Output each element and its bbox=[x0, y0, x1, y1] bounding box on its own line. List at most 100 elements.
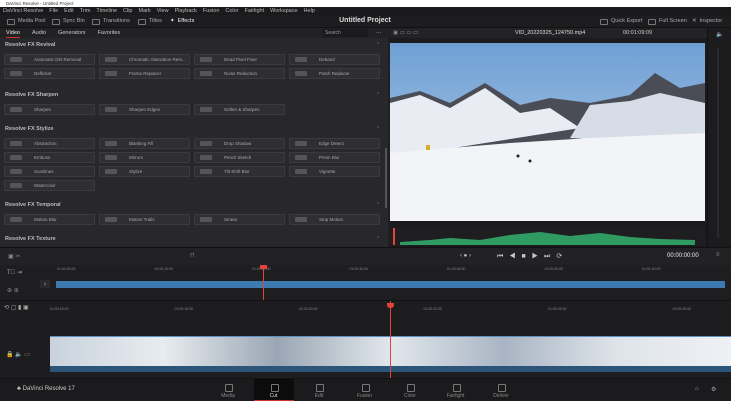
menu-edit[interactable]: Edit bbox=[64, 7, 73, 15]
section-title[interactable]: Resolve FX Temporal bbox=[5, 202, 61, 208]
menu-fairlight[interactable]: Fairlight bbox=[245, 7, 265, 15]
collapse-chevron-icon[interactable]: ⌃ bbox=[376, 236, 380, 242]
tab-generators[interactable]: Generators bbox=[58, 28, 86, 38]
page-edit[interactable]: Edit bbox=[299, 379, 339, 401]
collapse-chevron-icon[interactable]: ⌃ bbox=[376, 42, 380, 48]
page-deliver[interactable]: Deliver bbox=[481, 379, 521, 401]
menu-help[interactable]: Help bbox=[304, 7, 315, 15]
viewer-layout-icons[interactable]: ▣ ▭ ▭ ▭ bbox=[393, 28, 418, 38]
timeline-tools-icon[interactable]: ▣ ✂ bbox=[8, 253, 20, 260]
collapse-chevron-icon[interactable]: ⌃ bbox=[376, 202, 380, 208]
effect-item[interactable]: Dead Pixel Fixer bbox=[194, 54, 285, 65]
page-fusion[interactable]: Fusion bbox=[345, 379, 385, 401]
playback-buttons[interactable]: ⏮◀■▶⏭⟳ bbox=[497, 252, 568, 261]
effect-item[interactable]: Prism Blur bbox=[289, 152, 380, 163]
effect-item[interactable]: Tilt-Shift Blur bbox=[194, 166, 285, 177]
upper-timeline[interactable]: T⃞ ⇥ ⊕ ⊕ 1 01:00:00:00 01:00:10:00 01:00:2… bbox=[0, 265, 731, 300]
section-title[interactable]: Resolve FX Sharpen bbox=[5, 92, 58, 98]
section-title[interactable]: Resolve FX Texture bbox=[5, 236, 56, 242]
playhead-handle[interactable] bbox=[260, 265, 267, 269]
menu-view[interactable]: View bbox=[157, 7, 169, 15]
effect-item[interactable]: Frame Replacer bbox=[99, 68, 190, 79]
page-color[interactable]: Color bbox=[390, 379, 430, 401]
playhead-lower[interactable] bbox=[390, 301, 391, 378]
effect-item[interactable]: Pencil Sketch bbox=[194, 152, 285, 163]
tab-video[interactable]: Video bbox=[6, 28, 20, 38]
inspector-button[interactable]: ✕ Inspector bbox=[692, 17, 722, 26]
scrollbar[interactable] bbox=[385, 148, 387, 208]
ruler-tick-label: 01:00:24:00 bbox=[548, 307, 567, 311]
effect-item[interactable]: Edge Detect bbox=[289, 138, 380, 149]
effect-item[interactable]: Watercolor bbox=[4, 180, 95, 191]
menu-timeline[interactable]: Timeline bbox=[96, 7, 117, 15]
export-icon bbox=[600, 18, 608, 25]
settings-icon[interactable]: ⚙ bbox=[711, 386, 716, 393]
effect-item[interactable]: Deflicker bbox=[4, 68, 95, 79]
effect-item[interactable]: Stop Motion bbox=[289, 214, 380, 225]
more-options-icon[interactable]: ··· bbox=[376, 28, 382, 38]
full-screen-button[interactable]: Full Screen bbox=[648, 17, 687, 26]
lower-timeline[interactable]: ⟲ ▢ ▮ ▣ 01:00:16:00 01:00:18:00 01:00:20:0… bbox=[0, 300, 731, 378]
effect-item[interactable]: Blanking Fill bbox=[99, 138, 190, 149]
track-controls-icons[interactable]: 🔒 🔈 ▭ bbox=[6, 351, 30, 358]
effect-item[interactable]: Motion Trails bbox=[99, 214, 190, 225]
effect-item[interactable]: Chromatic Aberration Rem... bbox=[99, 54, 190, 65]
search-input[interactable]: Search bbox=[323, 29, 368, 37]
jog-icon[interactable]: ‹ ● › bbox=[460, 253, 471, 259]
menu-mark[interactable]: Mark bbox=[139, 7, 151, 15]
menu-trim[interactable]: Trim bbox=[80, 7, 91, 15]
speaker-icon[interactable]: 🔈 bbox=[716, 31, 723, 38]
effect-item[interactable]: Emboss bbox=[4, 152, 95, 163]
effect-item[interactable]: Vignette bbox=[289, 166, 380, 177]
menu-fusion[interactable]: Fusion bbox=[203, 7, 220, 15]
menu-davinci[interactable]: DaVinci Resolve bbox=[3, 7, 43, 15]
section-title[interactable]: Resolve FX Revival bbox=[5, 42, 55, 48]
menu-playback[interactable]: Playback bbox=[175, 7, 197, 15]
media-pool-button[interactable]: Media Pool bbox=[7, 17, 46, 26]
effect-item[interactable]: Abstraction bbox=[4, 138, 95, 149]
titles-button[interactable]: Titles bbox=[138, 17, 162, 26]
effect-item[interactable]: Mirrors bbox=[99, 152, 190, 163]
menu-icon[interactable]: ≡ bbox=[716, 252, 720, 258]
section-title[interactable]: Resolve FX Stylize bbox=[5, 126, 54, 132]
page-fairlight[interactable]: Fairlight bbox=[436, 379, 476, 401]
page-cut[interactable]: Cut bbox=[253, 379, 294, 401]
effect-item[interactable]: Scanlines bbox=[4, 166, 95, 177]
tab-audio[interactable]: Audio bbox=[32, 28, 46, 38]
effect-item[interactable]: Sharpen Edges bbox=[99, 104, 190, 115]
track-tools-icon[interactable]: T⃞ ⇥ bbox=[7, 269, 22, 276]
audio-meter: 🔈 bbox=[707, 28, 731, 247]
sync-bin-button[interactable]: Sync Bin bbox=[52, 17, 85, 26]
collapse-chevron-icon[interactable]: ⌃ bbox=[376, 92, 380, 98]
menu-color[interactable]: Color bbox=[225, 7, 238, 15]
effect-item[interactable]: Drop Shadow bbox=[194, 138, 285, 149]
menu-clip[interactable]: Clip bbox=[123, 7, 132, 15]
effect-item[interactable]: Sharpen bbox=[4, 104, 95, 115]
lock-icon[interactable]: ⊓ bbox=[190, 252, 195, 259]
effect-item[interactable]: Stylize bbox=[99, 166, 190, 177]
effects-button[interactable]: ✦ Effects bbox=[170, 17, 194, 26]
effect-item[interactable]: Soften & Sharpen bbox=[194, 104, 285, 115]
effect-item[interactable]: Noise Reduction bbox=[194, 68, 285, 79]
audio-tools-icon[interactable]: ⊕ ⊕ bbox=[7, 287, 19, 294]
menu-file[interactable]: File bbox=[49, 7, 58, 15]
effect-item[interactable]: Patch Replacer bbox=[289, 68, 380, 79]
transitions-button[interactable]: Transitions bbox=[92, 17, 130, 26]
tab-favorites[interactable]: Favorites bbox=[98, 28, 121, 38]
ruler-tick-label: 01:00:50:00 bbox=[544, 267, 564, 271]
playhead[interactable] bbox=[263, 265, 264, 300]
effect-item[interactable]: Motion Blur bbox=[4, 214, 95, 225]
snap-icons[interactable]: ⟲ ▢ ▮ ▣ bbox=[4, 304, 29, 311]
effect-item[interactable]: Deband bbox=[289, 54, 380, 65]
playhead-handle-lower[interactable] bbox=[387, 303, 394, 308]
ruler-tick-label: 01:00:20:00 bbox=[299, 307, 318, 311]
quick-export-button[interactable]: Quick Export bbox=[600, 17, 642, 26]
audio-waveform-scrubber[interactable] bbox=[390, 228, 705, 245]
effect-item[interactable]: Automatic Dirt Removal bbox=[4, 54, 95, 65]
timeline-clip[interactable] bbox=[56, 281, 725, 288]
page-media[interactable]: Media bbox=[208, 379, 248, 401]
collapse-chevron-icon[interactable]: ⌃ bbox=[376, 126, 380, 132]
effect-item[interactable]: Smear bbox=[194, 214, 285, 225]
home-icon[interactable]: ⌂ bbox=[695, 386, 699, 392]
menu-workspace[interactable]: Workspace bbox=[270, 7, 297, 15]
